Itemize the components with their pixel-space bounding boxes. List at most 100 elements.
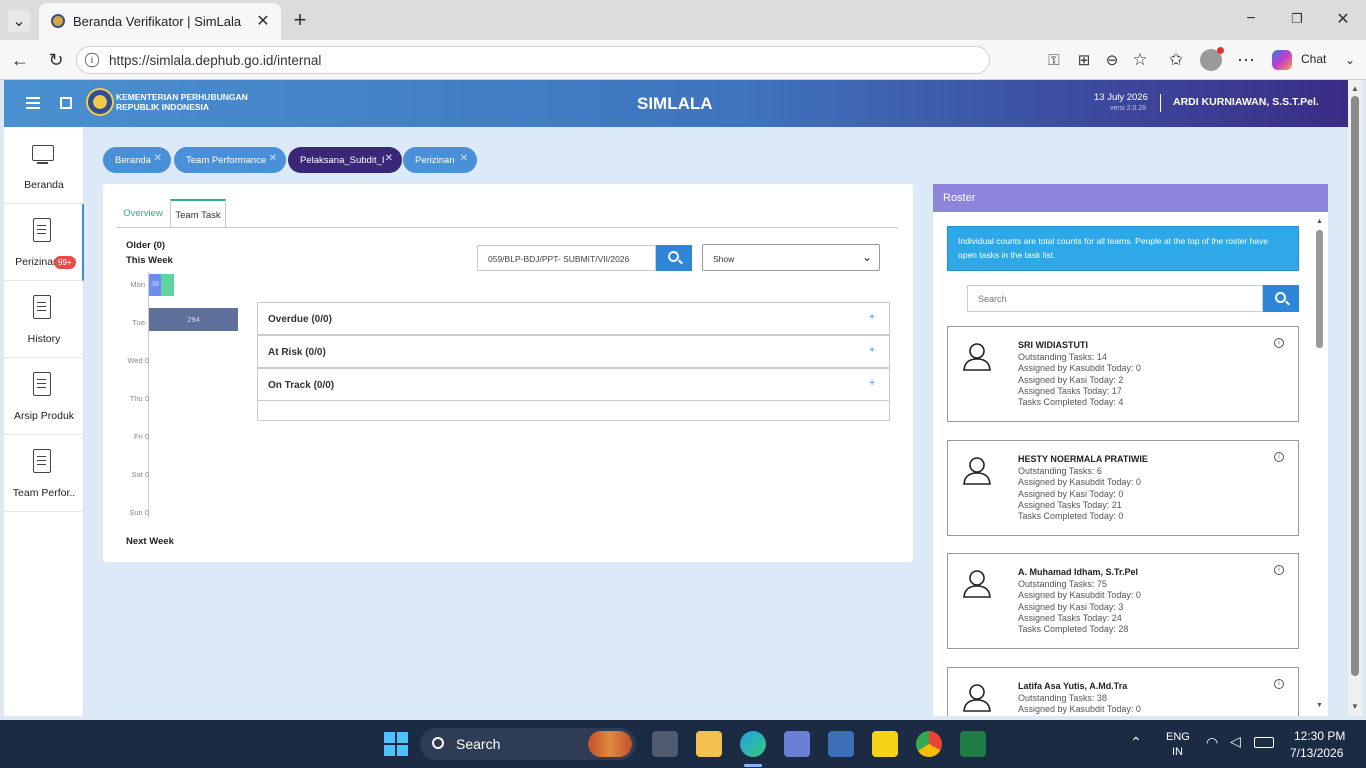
chip-perizinan[interactable]: Perizinan ✕	[403, 147, 477, 173]
scroll-thumb[interactable]	[1316, 230, 1323, 348]
page-scrollbar[interactable]: ▲ ▼	[1348, 80, 1362, 716]
chat-button[interactable]: Chat	[1301, 52, 1326, 66]
tray-chevron-icon[interactable]: ⌃	[1130, 734, 1142, 751]
hamburger-menu-icon[interactable]	[26, 97, 40, 109]
bar-mon-blue[interactable]: 38	[149, 274, 161, 296]
edge-icon[interactable]	[740, 731, 766, 757]
info-icon[interactable]: i	[1274, 452, 1284, 462]
fullscreen-icon[interactable]	[60, 97, 72, 109]
sidebar-item-beranda[interactable]: Beranda	[4, 127, 84, 204]
browser-tab[interactable]: Beranda Verifikator | SimLala ✕	[39, 3, 281, 40]
app-icon[interactable]	[828, 731, 854, 757]
language-line1[interactable]: ENG	[1166, 731, 1190, 743]
roster-search-button[interactable]	[1263, 285, 1299, 312]
scroll-up-icon[interactable]: ▲	[1351, 84, 1359, 93]
tab-team-task[interactable]: Team Task	[170, 199, 226, 228]
new-tab-icon[interactable]: +	[288, 7, 312, 32]
url-field[interactable]: i https://simlala.dephub.go.id/internal	[76, 46, 990, 74]
roster-person-card[interactable]: SRI WIDIASTUTI Outstanding Tasks: 14 Ass…	[947, 326, 1299, 422]
section-at-risk[interactable]: At Risk (0/0) +	[257, 335, 890, 368]
copilot-icon[interactable]	[1272, 50, 1292, 70]
chip-pelaksana-subdit[interactable]: Pelaksana_Subdit_I ✕	[288, 147, 402, 173]
chip-close-icon[interactable]: ✕	[269, 153, 277, 164]
roster-scrollbar[interactable]: ▲ ▼	[1316, 218, 1324, 712]
volume-icon[interactable]: ◁	[1230, 733, 1241, 750]
chrome-icon[interactable]	[916, 731, 942, 757]
person-stat: Assigned Tasks Today: 24	[1018, 613, 1122, 623]
roster-title: Roster	[943, 192, 976, 204]
file-explorer-icon[interactable]	[696, 731, 722, 757]
clock-time[interactable]: 12:30 PM	[1294, 729, 1345, 743]
chip-team-performance[interactable]: Team Performance ✕	[174, 147, 286, 173]
more-menu-icon[interactable]: ⋯	[1234, 48, 1258, 72]
expand-icon[interactable]: +	[869, 312, 875, 323]
bar-tue[interactable]: 294	[149, 308, 238, 331]
chat-chevron-icon[interactable]: ⌄	[1340, 48, 1360, 72]
document-icon	[33, 218, 51, 242]
scroll-up-icon[interactable]: ▲	[1316, 218, 1323, 225]
day-row-sat: Sat 0	[121, 470, 149, 479]
task-view-icon[interactable]	[652, 731, 678, 757]
search-value: 059/BLP-BDJ/PPT- SUBMIT/VII/2026	[488, 254, 630, 264]
sidebar-item-team-performance[interactable]: Team Perfor..	[4, 435, 84, 512]
chip-close-icon[interactable]: ✕	[385, 153, 393, 164]
start-button[interactable]	[384, 732, 408, 756]
taskbar-search-label: Search	[456, 736, 501, 752]
roster-person-card[interactable]: Latifa Asa Yutis, A.Md.Tra Outstanding T…	[947, 667, 1299, 716]
bar-mon-green[interactable]	[161, 274, 174, 296]
older-label[interactable]: Older (0)	[126, 240, 165, 251]
minimize-icon[interactable]: −	[1240, 8, 1262, 30]
site-info-icon[interactable]: i	[84, 52, 100, 68]
day-value: 0	[144, 356, 149, 365]
profile-avatar[interactable]	[1200, 47, 1224, 71]
expand-icon[interactable]: +	[869, 345, 875, 356]
language-line2[interactable]: IN	[1172, 746, 1183, 758]
scroll-thumb[interactable]	[1351, 96, 1359, 676]
refresh-icon[interactable]: ↻	[44, 48, 68, 72]
kemenhub-logo	[86, 88, 114, 116]
window-close-icon[interactable]: ✕	[1332, 8, 1354, 30]
chip-close-icon[interactable]: ✕	[460, 153, 468, 164]
scroll-down-icon[interactable]: ▼	[1351, 702, 1359, 711]
excel-icon[interactable]	[960, 731, 986, 757]
section-on-track[interactable]: On Track (0/0) +	[257, 368, 890, 401]
info-icon[interactable]: i	[1274, 338, 1284, 348]
sidebar-item-history[interactable]: History	[4, 281, 84, 358]
info-icon[interactable]: i	[1274, 679, 1284, 689]
expand-icon[interactable]: +	[869, 378, 875, 389]
tab-list-chevron-icon[interactable]: ⌄	[8, 10, 30, 32]
app-icon[interactable]	[784, 731, 810, 757]
info-icon[interactable]: i	[1274, 565, 1284, 575]
apps-icon[interactable]: ⊞	[1072, 48, 1096, 72]
user-name[interactable]: ARDI KURNIAWAN, S.S.T.Pel.	[1173, 96, 1319, 108]
battery-icon[interactable]	[1254, 737, 1274, 748]
roster-person-card[interactable]: HESTY NOERMALA PRATIWIE Outstanding Task…	[947, 440, 1299, 536]
roster-search-input[interactable]	[967, 285, 1263, 312]
tab-overview[interactable]: Overview	[117, 199, 169, 227]
section-overdue[interactable]: Overdue (0/0) +	[257, 302, 890, 335]
person-stat: Outstanding Tasks: 14	[1018, 352, 1107, 362]
show-select[interactable]: Show ⌄	[702, 244, 880, 271]
person-stat: Tasks Completed Today: 4	[1018, 397, 1124, 407]
sidebar-item-arsip-produk[interactable]: Arsip Produk	[4, 358, 84, 435]
chip-beranda[interactable]: Beranda ✕	[103, 147, 171, 173]
back-icon[interactable]: ←	[8, 48, 32, 72]
favorites-icon[interactable]: ✩	[1164, 48, 1188, 72]
clock-date[interactable]: 7/13/2026	[1290, 746, 1343, 760]
tab-close-icon[interactable]: ✕	[253, 11, 273, 31]
zoom-out-icon[interactable]: ⊖	[1100, 48, 1124, 72]
org-name-line1: KEMENTERIAN PERHUBUNGAN	[116, 92, 248, 102]
scroll-down-icon[interactable]: ▼	[1316, 702, 1323, 709]
taskbar-search[interactable]: Search	[420, 728, 636, 760]
roster-person-card[interactable]: A. Muhamad Idham, S.Tr.Pel Outstanding T…	[947, 553, 1299, 649]
chip-close-icon[interactable]: ✕	[154, 153, 162, 164]
favorite-star-icon[interactable]: ☆	[1128, 48, 1152, 72]
wifi-icon[interactable]: ◠	[1206, 734, 1218, 751]
sidebar-item-perizinan[interactable]: Perizinan 99+	[4, 204, 84, 281]
task-search-input[interactable]: 059/BLP-BDJ/PPT- SUBMIT/VII/2026	[477, 245, 656, 271]
next-week-label[interactable]: Next Week	[126, 536, 174, 547]
task-search-button[interactable]	[656, 245, 692, 271]
key-icon[interactable]: ⚿	[1042, 48, 1066, 72]
restore-icon[interactable]: ❐	[1286, 8, 1308, 30]
sticky-notes-icon[interactable]	[872, 731, 898, 757]
